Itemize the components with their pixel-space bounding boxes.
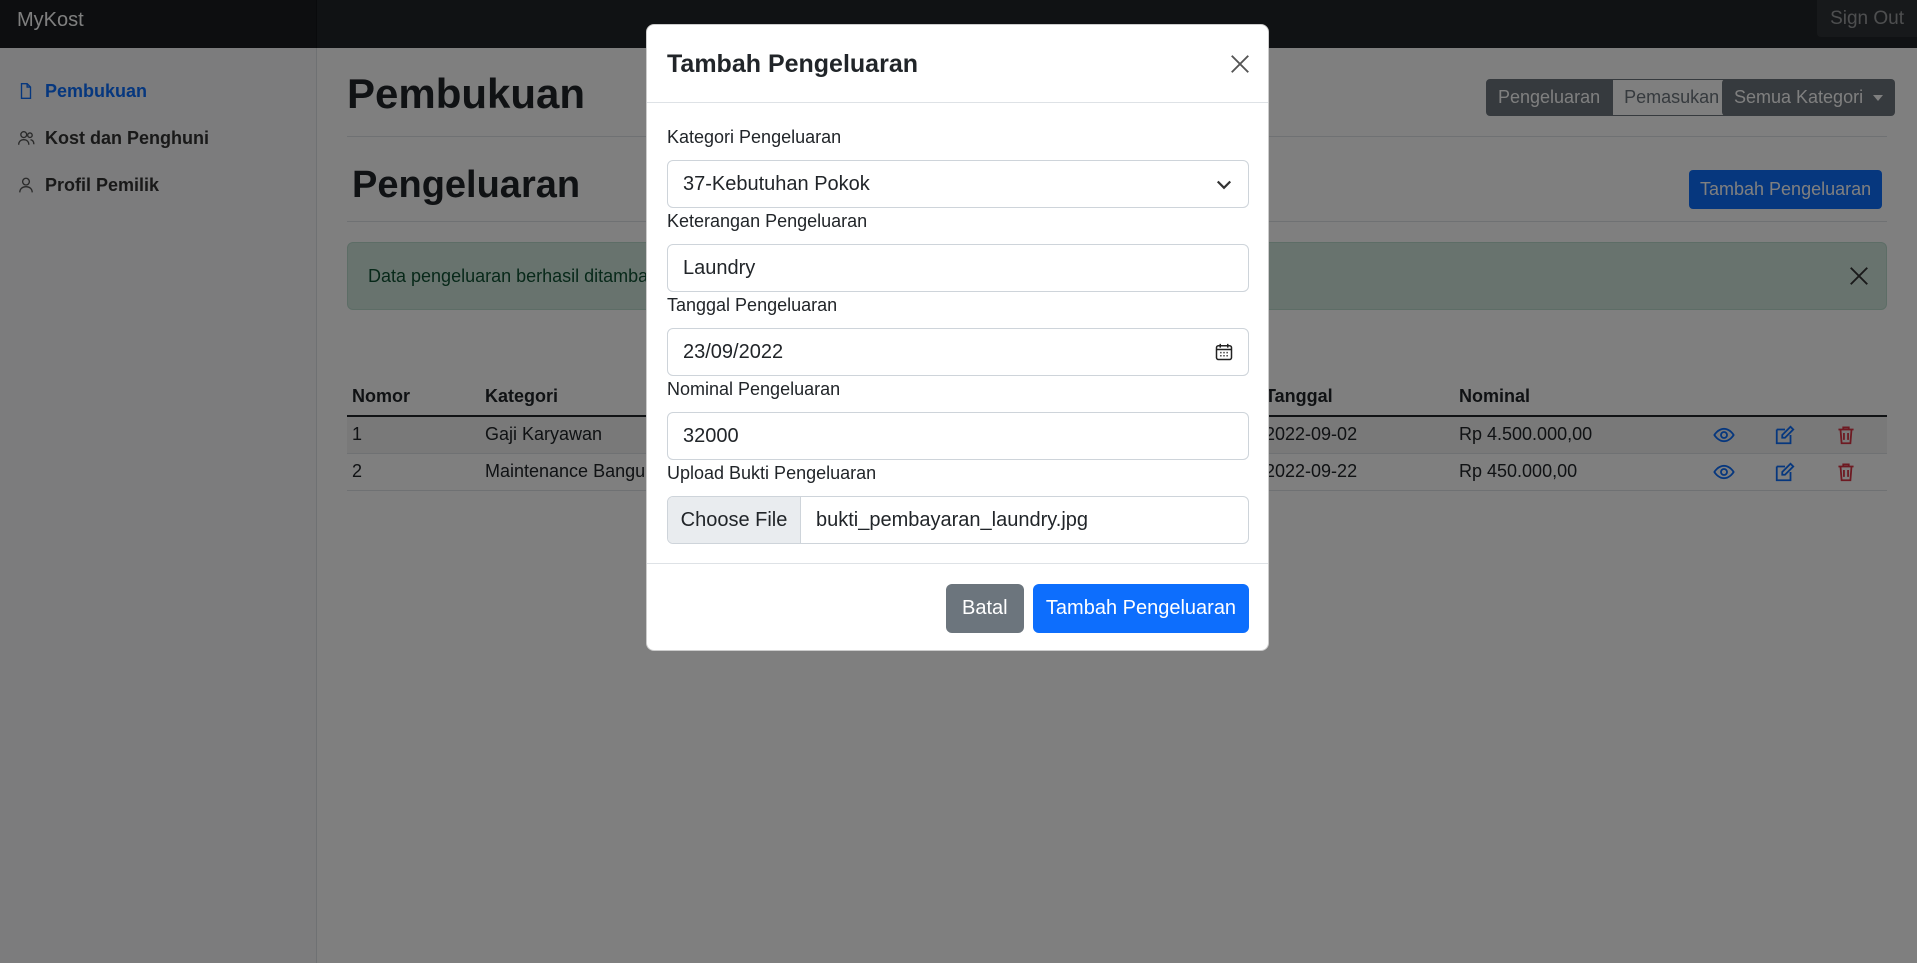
upload-label: Upload Bukti Pengeluaran [667, 463, 877, 483]
kategori-select-value: 37-Kebutuhan Pokok [683, 173, 870, 195]
upload-file-input[interactable]: Choose File bukti_pembayaran_laundry.jpg [667, 496, 1249, 544]
tanggal-input-value: 23/09/2022 [683, 341, 784, 363]
nominal-label: Nominal Pengeluaran [667, 379, 841, 399]
modal-title: Tambah Pengeluaran [667, 50, 918, 78]
close-icon[interactable] [1229, 53, 1251, 75]
submit-expense-button[interactable]: Tambah Pengeluaran [1033, 584, 1249, 633]
cancel-button[interactable]: Batal [946, 584, 1024, 633]
keterangan-input-value: Laundry [683, 257, 756, 279]
selected-file-name: bukti_pembayaran_laundry.jpg [816, 509, 1089, 531]
tanggal-label: Tanggal Pengeluaran [667, 295, 838, 315]
modal-footer: Batal Tambah Pengeluaran [647, 563, 1268, 652]
calendar-icon[interactable] [1214, 342, 1234, 362]
tanggal-input[interactable]: 23/09/2022 [667, 328, 1249, 376]
nominal-input-value: 32000 [683, 425, 739, 447]
add-expense-modal: Tambah Pengeluaran Kategori Pengeluaran … [646, 24, 1269, 651]
modal-header: Tambah Pengeluaran [647, 25, 1268, 103]
kategori-label: Kategori Pengeluaran [667, 127, 842, 147]
kategori-select[interactable]: 37-Kebutuhan Pokok [667, 160, 1249, 208]
keterangan-label: Keterangan Pengeluaran [667, 211, 868, 231]
chevron-down-icon [1216, 180, 1232, 190]
keterangan-input[interactable]: Laundry [667, 244, 1249, 292]
choose-file-button[interactable]: Choose File [668, 497, 801, 543]
nominal-input[interactable]: 32000 [667, 412, 1249, 460]
